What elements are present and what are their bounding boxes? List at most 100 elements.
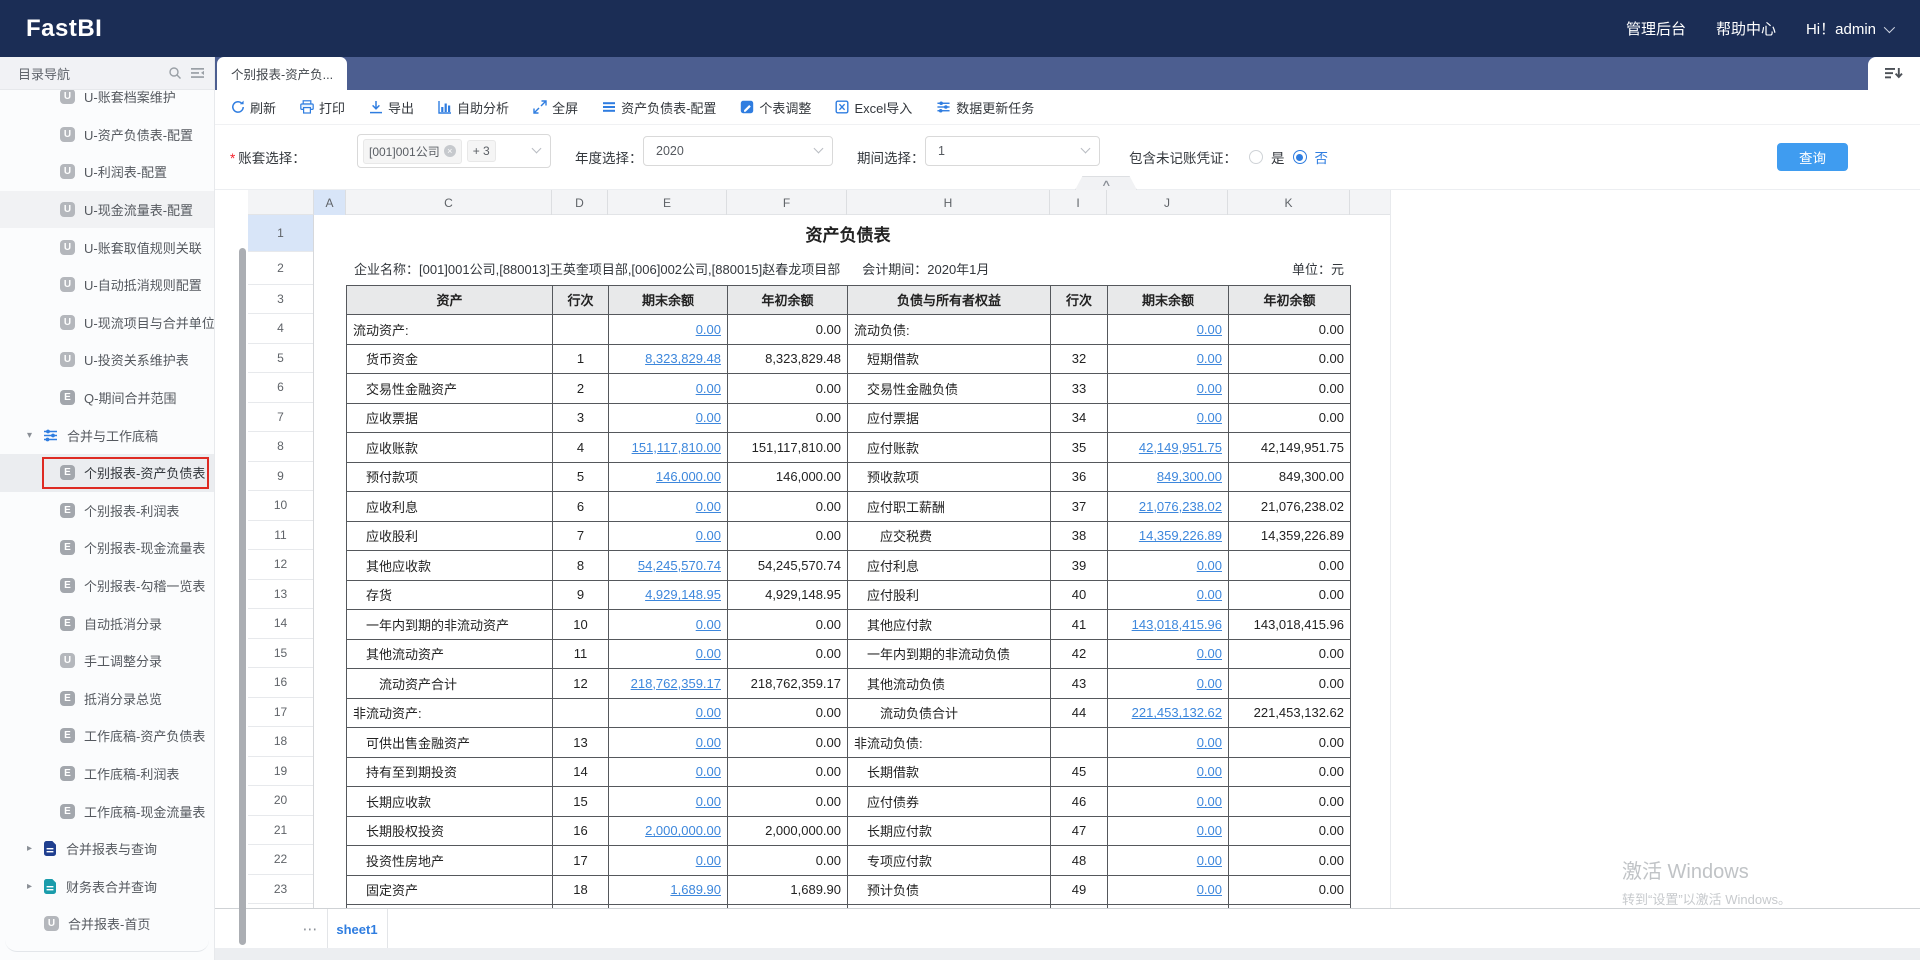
amount-link[interactable]: 0.00: [1197, 823, 1222, 838]
collapse-arrow-icon[interactable]: ▸: [27, 843, 41, 854]
sidebar-item[interactable]: E工作底稿-资产负债表: [0, 717, 214, 755]
user-menu[interactable]: Hi！admin: [1806, 18, 1892, 39]
collapse-arrow-icon[interactable]: ▸: [27, 881, 41, 892]
amount-link[interactable]: 8,323,829.48: [645, 351, 721, 366]
amount-link[interactable]: 54,245,570.74: [638, 558, 721, 573]
amount-link[interactable]: 0.00: [696, 528, 721, 543]
amount-link[interactable]: 218,762,359.17: [631, 676, 721, 691]
amount-link[interactable]: 0.00: [1197, 735, 1222, 750]
vertical-scrollbar[interactable]: [239, 248, 246, 945]
sidebar-item[interactable]: U合并报表-首页: [0, 905, 214, 943]
nav-admin-console[interactable]: 管理后台: [1626, 18, 1686, 39]
sidebar-item[interactable]: E个别报表-利润表: [0, 492, 214, 530]
amount-link[interactable]: 0.00: [1197, 882, 1222, 897]
amount-link[interactable]: 0.00: [696, 646, 721, 661]
toolbar-button-print[interactable]: 打印: [300, 98, 345, 117]
sidebar-item[interactable]: EQ-期间合并范围: [0, 379, 214, 417]
year-select[interactable]: 2020: [643, 136, 833, 166]
row-header-18[interactable]: 18: [248, 727, 313, 757]
toolbar-button-tasks[interactable]: 数据更新任务: [936, 98, 1034, 117]
amount-link[interactable]: 4,929,148.95: [645, 587, 721, 602]
row-header-22[interactable]: 22: [248, 845, 313, 875]
sidebar-item[interactable]: UU-现流项目与合并单位映射: [0, 304, 214, 342]
row-header-13[interactable]: 13: [248, 580, 313, 610]
amount-link[interactable]: 0.00: [696, 617, 721, 632]
sidebar-item[interactable]: UU-资产负债表-配置: [0, 116, 214, 154]
radio-no[interactable]: [1293, 150, 1307, 164]
amount-link[interactable]: 143,018,415.96: [1132, 617, 1222, 632]
toolbar-button-excel[interactable]: Excel导入: [835, 98, 912, 117]
amount-link[interactable]: 849,300.00: [1157, 469, 1222, 484]
toolbar-button-chart[interactable]: 自助分析: [438, 98, 509, 117]
sidebar-item[interactable]: UU-账套档案维护: [0, 90, 214, 116]
row-header-21[interactable]: 21: [248, 816, 313, 846]
amount-link[interactable]: 0.00: [1197, 558, 1222, 573]
nav-help-center[interactable]: 帮助中心: [1716, 18, 1776, 39]
row-header-4[interactable]: 4: [248, 314, 313, 344]
row-header-19[interactable]: 19: [248, 757, 313, 787]
amount-link[interactable]: 0.00: [1197, 322, 1222, 337]
amount-link[interactable]: 2,000,000.00: [645, 823, 721, 838]
sidebar-item[interactable]: ▾合并与工作底稿: [0, 416, 214, 454]
menu-fold-icon[interactable]: [186, 66, 208, 80]
sidebar-item[interactable]: E抵消分录总览: [0, 680, 214, 718]
amount-link[interactable]: 0.00: [696, 381, 721, 396]
sidebar-item[interactable]: ▸财务表合并查询: [0, 867, 214, 905]
amount-link[interactable]: 151,117,810.00: [632, 440, 721, 455]
sidebar-item[interactable]: E个别报表-现金流量表: [0, 529, 214, 567]
amount-link[interactable]: 0.00: [1197, 381, 1222, 396]
search-button[interactable]: 查询: [1777, 143, 1848, 171]
sidebar-item[interactable]: E个别报表-勾稽一览表: [0, 567, 214, 605]
amount-link[interactable]: 146,000.00: [656, 469, 721, 484]
tab-list-button[interactable]: [1868, 57, 1920, 90]
amount-link[interactable]: 0.00: [696, 322, 721, 337]
column-header-D[interactable]: D: [552, 190, 608, 215]
sidebar-item[interactable]: E自动抵消分录: [0, 604, 214, 642]
amount-link[interactable]: 0.00: [1197, 587, 1222, 602]
column-header-H[interactable]: H: [847, 190, 1050, 215]
amount-link[interactable]: 0.00: [696, 764, 721, 779]
row-header-8[interactable]: 8: [248, 432, 313, 462]
column-header-E[interactable]: E: [608, 190, 727, 215]
amount-link[interactable]: 0.00: [696, 705, 721, 720]
row-header-15[interactable]: 15: [248, 639, 313, 669]
column-header-I[interactable]: I: [1050, 190, 1107, 215]
row-header-14[interactable]: 14: [248, 609, 313, 639]
row-header-2[interactable]: 2: [248, 252, 313, 285]
sidebar-item[interactable]: U手工调整分录: [0, 642, 214, 680]
amount-link[interactable]: 0.00: [1197, 410, 1222, 425]
amount-link[interactable]: 1,689.90: [670, 882, 721, 897]
amount-link[interactable]: 0.00: [1197, 351, 1222, 366]
amount-link[interactable]: 14,359,226.89: [1139, 528, 1222, 543]
search-icon[interactable]: [164, 66, 186, 80]
amount-link[interactable]: 0.00: [696, 794, 721, 809]
sidebar-item[interactable]: UU-现金流量表-配置: [0, 191, 214, 229]
radio-yes[interactable]: [1249, 150, 1263, 164]
row-header-10[interactable]: 10: [248, 491, 313, 521]
row-header-16[interactable]: 16: [248, 668, 313, 698]
amount-link[interactable]: 0.00: [696, 410, 721, 425]
amount-link[interactable]: 0.00: [696, 853, 721, 868]
row-header-20[interactable]: 20: [248, 786, 313, 816]
remove-tag-icon[interactable]: ×: [444, 145, 456, 157]
column-header-J[interactable]: J: [1107, 190, 1228, 215]
amount-link[interactable]: 0.00: [1197, 764, 1222, 779]
row-header-7[interactable]: 7: [248, 403, 313, 433]
sidebar-item[interactable]: UU-利润表-配置: [0, 153, 214, 191]
amount-link[interactable]: 0.00: [1197, 853, 1222, 868]
column-header-K[interactable]: K: [1228, 190, 1350, 215]
row-header-11[interactable]: 11: [248, 521, 313, 551]
period-select[interactable]: 1: [925, 136, 1100, 166]
row-header-5[interactable]: 5: [248, 344, 313, 374]
amount-link[interactable]: 0.00: [696, 499, 721, 514]
sidebar-item[interactable]: E个别报表-资产负债表: [0, 454, 214, 492]
amount-link[interactable]: 42,149,951.75: [1139, 440, 1222, 455]
amount-link[interactable]: 0.00: [1197, 794, 1222, 809]
collapse-panel-handle[interactable]: ∧: [1075, 176, 1137, 190]
tab-balance-sheet[interactable]: 个别报表-资产负...: [217, 57, 347, 90]
row-header-12[interactable]: 12: [248, 550, 313, 580]
radio-no-label[interactable]: 否: [1315, 147, 1329, 167]
toolbar-button-export[interactable]: 导出: [369, 98, 414, 117]
amount-link[interactable]: 0.00: [1197, 646, 1222, 661]
row-header-9[interactable]: 9: [248, 462, 313, 492]
